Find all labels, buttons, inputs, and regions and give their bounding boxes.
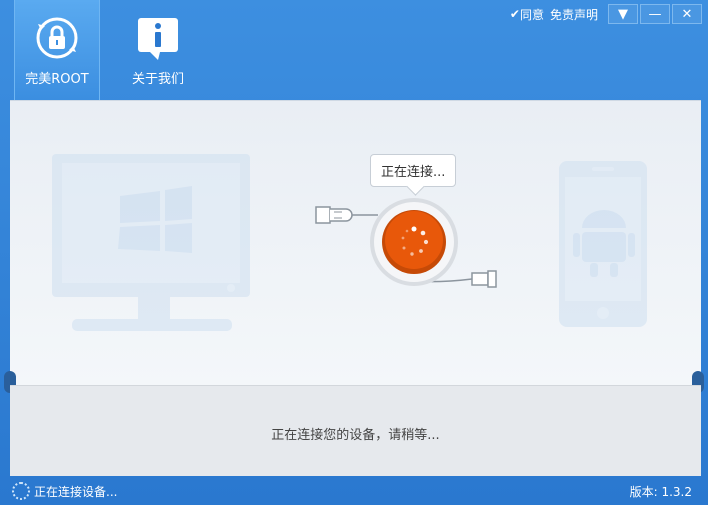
tab-about-us-label: 关于我们 xyxy=(131,72,184,87)
status-text: 正在连接设备... xyxy=(34,485,118,499)
disclaimer-link[interactable]: 免责声明 xyxy=(550,6,598,23)
message-panel: 正在连接您的设备，请稍等... xyxy=(10,385,701,476)
computer-icon xyxy=(52,154,250,331)
connecting-tooltip: 正在连接... xyxy=(370,154,457,187)
close-icon: ✕ xyxy=(681,6,693,22)
agree-label: 同意 xyxy=(519,7,544,22)
info-icon xyxy=(138,18,178,60)
top-bar: 完美ROOT 关于我们 ✔ 同意 免责声明 ▼ — ✕ xyxy=(0,0,708,100)
app-window: 完美ROOT 关于我们 ✔ 同意 免责声明 ▼ — ✕ 正在连接... 正在连接… xyxy=(0,0,708,505)
loading-spinner-icon xyxy=(12,482,30,500)
close-button[interactable]: ✕ xyxy=(672,4,702,24)
chevron-down-icon: ▼ xyxy=(618,6,628,22)
minimize-button[interactable]: — xyxy=(640,4,670,24)
phone-icon xyxy=(559,161,647,327)
connection-illustration xyxy=(52,154,647,331)
tab-about-us[interactable]: 关于我们 xyxy=(116,0,200,100)
checkmark-icon: ✔ xyxy=(509,7,520,21)
lock-refresh-icon xyxy=(36,17,78,59)
tab-perfect-root[interactable]: 完美ROOT xyxy=(14,0,100,100)
top-right-controls: ✔ 同意 免责声明 ▼ — ✕ xyxy=(510,4,702,24)
status-bar: 正在连接设备... 版本: 1.3.2 xyxy=(0,476,708,505)
tab-perfect-root-label: 完美ROOT xyxy=(25,72,89,87)
connect-button xyxy=(370,198,458,286)
connection-panel: 正在连接... xyxy=(10,100,701,386)
connecting-message: 正在连接您的设备，请稍等... xyxy=(271,428,440,443)
minimize-icon: — xyxy=(648,6,662,22)
menu-button[interactable]: ▼ xyxy=(608,4,638,24)
agree-checkbox[interactable]: ✔ 同意 xyxy=(510,6,544,23)
usb-cable-left xyxy=(315,206,378,224)
version-label: 版本: 1.3.2 xyxy=(629,485,692,499)
